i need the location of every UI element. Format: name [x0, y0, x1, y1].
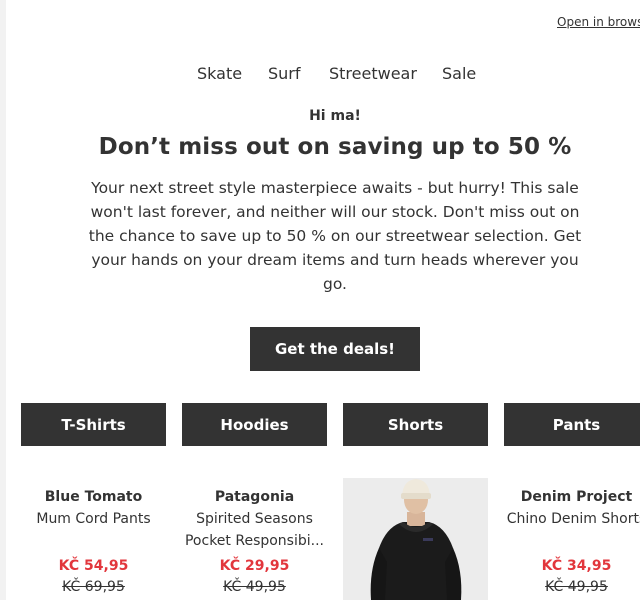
product-name-line1: Spirited Seasons — [196, 511, 313, 527]
category-hoodies-button[interactable]: Hoodies — [182, 403, 327, 446]
greeting: Hi ma! — [309, 108, 361, 124]
product-brand: Blue Tomato — [44, 489, 143, 505]
product-card[interactable]: Blue Tomato Mum Cord Pants KČ 54,95 KČ 6… — [21, 478, 166, 600]
product-old-price: KČ 49,95 — [223, 579, 286, 595]
nav-item-skate[interactable]: Skate — [197, 64, 242, 83]
product-name-line2: Pocket Responsibi... — [184, 533, 324, 549]
nav-item-surf[interactable]: Surf — [268, 64, 301, 83]
product-name: Mum Cord Pants — [36, 511, 151, 527]
category-tshirts-button[interactable]: T-Shirts — [21, 403, 166, 446]
product-price: KČ 29,95 — [219, 558, 290, 574]
body-text: Your next street style masterpiece await… — [88, 179, 582, 293]
product-card[interactable]: Denim Project Chino Denim Shorts KČ 34,9… — [504, 478, 640, 600]
product-brand: Patagonia — [214, 489, 295, 505]
page-left-border — [0, 0, 6, 600]
category-pants-button[interactable]: Pants — [504, 403, 640, 446]
headline: Don’t miss out on saving up to 50 % — [98, 134, 572, 160]
product-card[interactable]: Patagonia Spirited Seasons Pocket Respon… — [182, 478, 327, 600]
product-price: KČ 34,95 — [541, 558, 612, 574]
nav-item-streetwear[interactable]: Streetwear — [329, 64, 417, 83]
main-nav: Skate Surf Streetwear Sale — [0, 64, 640, 88]
product-price: KČ 54,95 — [58, 558, 129, 574]
product-image[interactable] — [343, 478, 488, 600]
product-brand: Denim Project — [520, 489, 633, 505]
product-old-price: KČ 69,95 — [62, 579, 125, 595]
open-in-browser-link[interactable]: Open in browser — [557, 15, 640, 29]
nav-item-sale[interactable]: Sale — [442, 64, 476, 83]
category-shorts-button[interactable]: Shorts — [343, 403, 488, 446]
get-deals-button[interactable]: Get the deals! — [250, 327, 420, 371]
hoodie-model-illustration — [343, 478, 488, 600]
product-name: Chino Denim Shorts — [506, 511, 640, 527]
product-old-price: KČ 49,95 — [545, 579, 608, 595]
